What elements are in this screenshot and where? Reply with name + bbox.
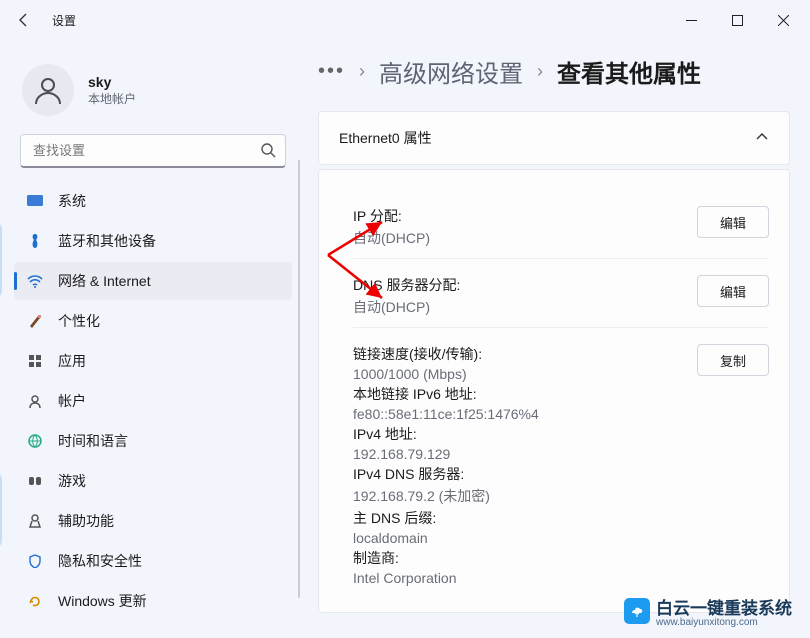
sidebar-item-5[interactable]: 帐户	[14, 382, 292, 420]
dns-suffix-label: 主 DNS 后缀:	[353, 508, 697, 528]
sidebar-item-10[interactable]: Windows 更新	[14, 582, 292, 620]
sidebar-item-4[interactable]: 应用	[14, 342, 292, 380]
nav-icon	[26, 314, 44, 328]
properties-card-header[interactable]: Ethernet0 属性	[318, 111, 790, 165]
sidebar-item-9[interactable]: 隐私和安全性	[14, 542, 292, 580]
watermark: 白云一键重装系统 www.baiyunxitong.com	[624, 594, 792, 628]
sidebar-item-label: 隐私和安全性	[58, 551, 142, 571]
search-icon	[260, 142, 276, 163]
window-title: 设置	[52, 12, 76, 29]
dns-assignment-value: 自动(DHCP)	[353, 297, 697, 317]
sidebar-item-label: 网络 & Internet	[58, 271, 151, 291]
manufacturer-label: 制造商:	[353, 548, 697, 568]
sidebar-item-7[interactable]: 游戏	[14, 462, 292, 500]
breadcrumb: ••• › 高级网络设置 › 查看其他属性	[318, 54, 790, 89]
sidebar-item-label: 时间和语言	[58, 431, 128, 451]
ip-assignment-label: IP 分配:	[353, 206, 697, 226]
dns-suffix-value: localdomain	[353, 530, 697, 546]
back-button[interactable]	[4, 0, 44, 40]
nav-icon	[26, 514, 44, 528]
ipv4-dns-label: IPv4 DNS 服务器:	[353, 464, 697, 484]
link-speed-label: 链接速度(接收/传输):	[353, 344, 697, 364]
user-name: sky	[88, 74, 136, 90]
nav-icon	[26, 354, 44, 368]
ipv4-dns-value: 192.168.79.2 (未加密)	[353, 486, 697, 506]
chevron-right-icon: ›	[359, 61, 365, 82]
ipv4-label: IPv4 地址:	[353, 424, 697, 444]
nav-icon	[26, 434, 44, 448]
avatar	[22, 64, 74, 116]
nav-icon	[26, 274, 44, 288]
sidebar-item-6[interactable]: 时间和语言	[14, 422, 292, 460]
nav-icon	[26, 475, 44, 487]
sidebar-item-2[interactable]: 网络 & Internet	[14, 262, 292, 300]
sidebar-item-label: 系统	[58, 191, 86, 211]
nav-icon	[26, 195, 44, 207]
user-card[interactable]: sky 本地帐户	[14, 54, 292, 134]
sidebar-item-8[interactable]: 辅助功能	[14, 502, 292, 540]
chevron-right-icon: ›	[537, 61, 543, 82]
watermark-logo-icon	[624, 598, 650, 624]
main-content: ••• › 高级网络设置 › 查看其他属性 Ethernet0 属性 IP 分配…	[300, 40, 810, 638]
sidebar-item-1[interactable]: 蓝牙和其他设备	[14, 222, 292, 260]
card-title: Ethernet0 属性	[339, 128, 432, 148]
sidebar-item-label: 辅助功能	[58, 511, 114, 531]
page-title: 查看其他属性	[557, 54, 701, 89]
sidebar-item-label: 游戏	[58, 471, 86, 491]
maximize-button[interactable]	[714, 0, 760, 40]
title-bar: 设置	[0, 0, 810, 40]
ip-assignment-value: 自动(DHCP)	[353, 228, 697, 248]
ipv6-label: 本地链接 IPv6 地址:	[353, 384, 697, 404]
close-button[interactable]	[760, 0, 806, 40]
edit-ip-button[interactable]: 编辑	[697, 206, 769, 238]
manufacturer-value: Intel Corporation	[353, 570, 697, 586]
dns-assignment-label: DNS 服务器分配:	[353, 275, 697, 295]
sidebar-item-label: 个性化	[58, 311, 100, 331]
sidebar-item-label: 帐户	[58, 391, 86, 411]
copy-button[interactable]: 复制	[697, 344, 769, 376]
breadcrumb-link[interactable]: 高级网络设置	[379, 54, 523, 89]
nav-icon	[26, 594, 44, 608]
ipv6-value: fe80::58e1:11ce:1f25:1476%4	[353, 406, 697, 422]
search-input[interactable]	[20, 134, 286, 168]
nav-icon	[26, 233, 44, 249]
properties-card-body: IP 分配: 自动(DHCP) 编辑 DNS 服务器分配: 自动(DHCP) 编…	[318, 169, 790, 613]
minimize-button[interactable]	[668, 0, 714, 40]
breadcrumb-more-icon[interactable]: •••	[318, 60, 345, 83]
user-account-type: 本地帐户	[88, 90, 136, 107]
sidebar-item-0[interactable]: 系统	[14, 182, 292, 220]
nav-icon	[26, 394, 44, 408]
sidebar-item-label: 应用	[58, 351, 86, 371]
watermark-title: 白云一键重装系统	[656, 594, 792, 619]
edit-dns-button[interactable]: 编辑	[697, 275, 769, 307]
sidebar-item-label: 蓝牙和其他设备	[58, 231, 156, 251]
sidebar-item-label: Windows 更新	[58, 591, 147, 611]
chevron-up-icon	[755, 130, 769, 147]
sidebar-item-3[interactable]: 个性化	[14, 302, 292, 340]
link-speed-value: 1000/1000 (Mbps)	[353, 366, 697, 382]
sidebar: sky 本地帐户 系统蓝牙和其他设备网络 & Internet 个性化应用帐户时间…	[0, 40, 300, 638]
ipv4-value: 192.168.79.129	[353, 446, 697, 462]
nav-icon	[26, 554, 44, 568]
